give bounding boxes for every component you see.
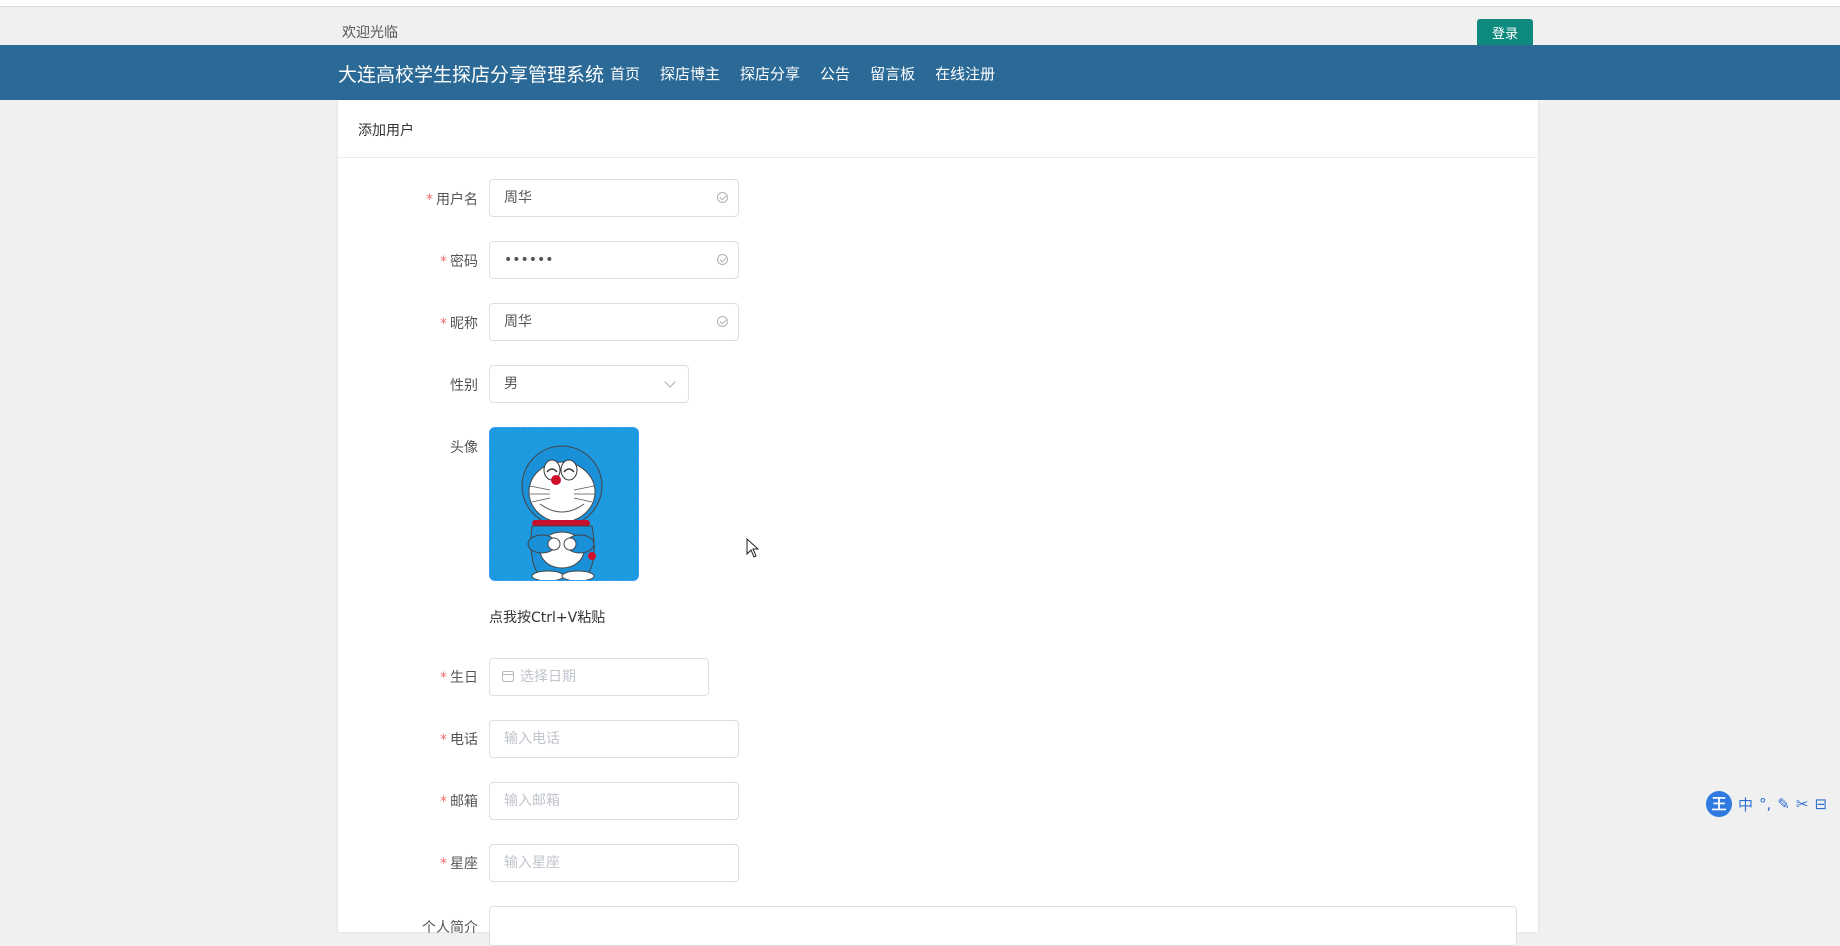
mouse-cursor-icon — [746, 538, 760, 558]
avatar-uploader[interactable] — [489, 427, 639, 581]
chevron-down-icon — [664, 376, 676, 388]
gender-label: 性别 — [450, 378, 478, 394]
doraemon-avatar-image — [490, 428, 638, 580]
login-button[interactable]: 登录 — [1477, 19, 1533, 47]
check-circle-icon — [717, 254, 728, 265]
phone-field[interactable]: 输入电话 — [489, 720, 739, 758]
required-mark: * — [440, 254, 447, 270]
required-mark: * — [440, 794, 447, 810]
nav-links: 首页 探店博主 探店分享 公告 留言板 在线注册 — [610, 63, 995, 84]
check-circle-icon — [717, 316, 728, 327]
check-circle-icon — [717, 192, 728, 203]
nav-link-register[interactable]: 在线注册 — [935, 63, 995, 84]
password-field[interactable]: •••••• — [489, 241, 739, 279]
zodiac-field[interactable]: 输入星座 — [489, 844, 739, 882]
panel-header: 添加用户 — [338, 100, 1538, 158]
nickname-label: * 昵称 — [440, 316, 478, 332]
required-mark: * — [440, 670, 447, 686]
ime-toolbar: 王 中 °, ✎ ✂ ⊟ — [1706, 789, 1840, 819]
zodiac-label: * 星座 — [440, 856, 478, 872]
panel-title: 添加用户 — [358, 123, 414, 139]
nav-link-messages[interactable]: 留言板 — [870, 63, 915, 84]
required-mark: * — [440, 856, 447, 872]
username-label: * 用户名 — [426, 192, 478, 208]
password-label: * 密码 — [440, 254, 478, 270]
required-mark: * — [426, 192, 433, 208]
top-bar: 欢迎光临 登录 — [0, 7, 1840, 47]
main-navbar: 大连高校学生探店分享管理系统 首页 探店博主 探店分享 公告 留言板 在线注册 — [0, 45, 1840, 100]
required-mark: * — [440, 316, 447, 332]
ime-panel-icon[interactable]: ⊟ — [1814, 795, 1827, 813]
nav-link-bloggers[interactable]: 探店博主 — [660, 63, 720, 84]
nav-link-shares[interactable]: 探店分享 — [740, 63, 800, 84]
calendar-icon — [502, 671, 514, 682]
site-brand[interactable]: 大连高校学生探店分享管理系统 — [338, 60, 604, 87]
required-mark: * — [440, 732, 447, 748]
username-field[interactable]: 周华 — [489, 179, 739, 217]
phone-label: * 电话 — [440, 732, 478, 748]
nav-link-home[interactable]: 首页 — [610, 63, 640, 84]
gender-select[interactable]: 男 — [489, 365, 689, 403]
ime-logo-icon[interactable]: 王 — [1706, 791, 1732, 817]
paste-tip-text[interactable]: 点我按Ctrl+V粘贴 — [489, 607, 605, 627]
bio-textarea[interactable] — [489, 906, 1517, 946]
top-border — [0, 0, 1840, 7]
nav-link-notices[interactable]: 公告 — [820, 63, 850, 84]
ime-handwrite-icon[interactable]: ✎ — [1777, 795, 1790, 813]
ime-scissors-icon[interactable]: ✂ — [1796, 795, 1809, 813]
email-label: * 邮箱 — [440, 794, 478, 810]
birthday-label: * 生日 — [440, 670, 478, 686]
welcome-text: 欢迎光临 — [342, 25, 398, 41]
ime-chinese-mode[interactable]: 中 — [1738, 794, 1753, 815]
email-field[interactable]: 输入邮箱 — [489, 782, 739, 820]
nickname-field[interactable]: 周华 — [489, 303, 739, 341]
birthday-date-picker[interactable]: 选择日期 — [489, 658, 709, 696]
ime-punctuation-icon[interactable]: °, — [1759, 795, 1771, 813]
bio-label: 个人简介 — [422, 920, 478, 936]
avatar-label: 头像 — [450, 440, 478, 456]
